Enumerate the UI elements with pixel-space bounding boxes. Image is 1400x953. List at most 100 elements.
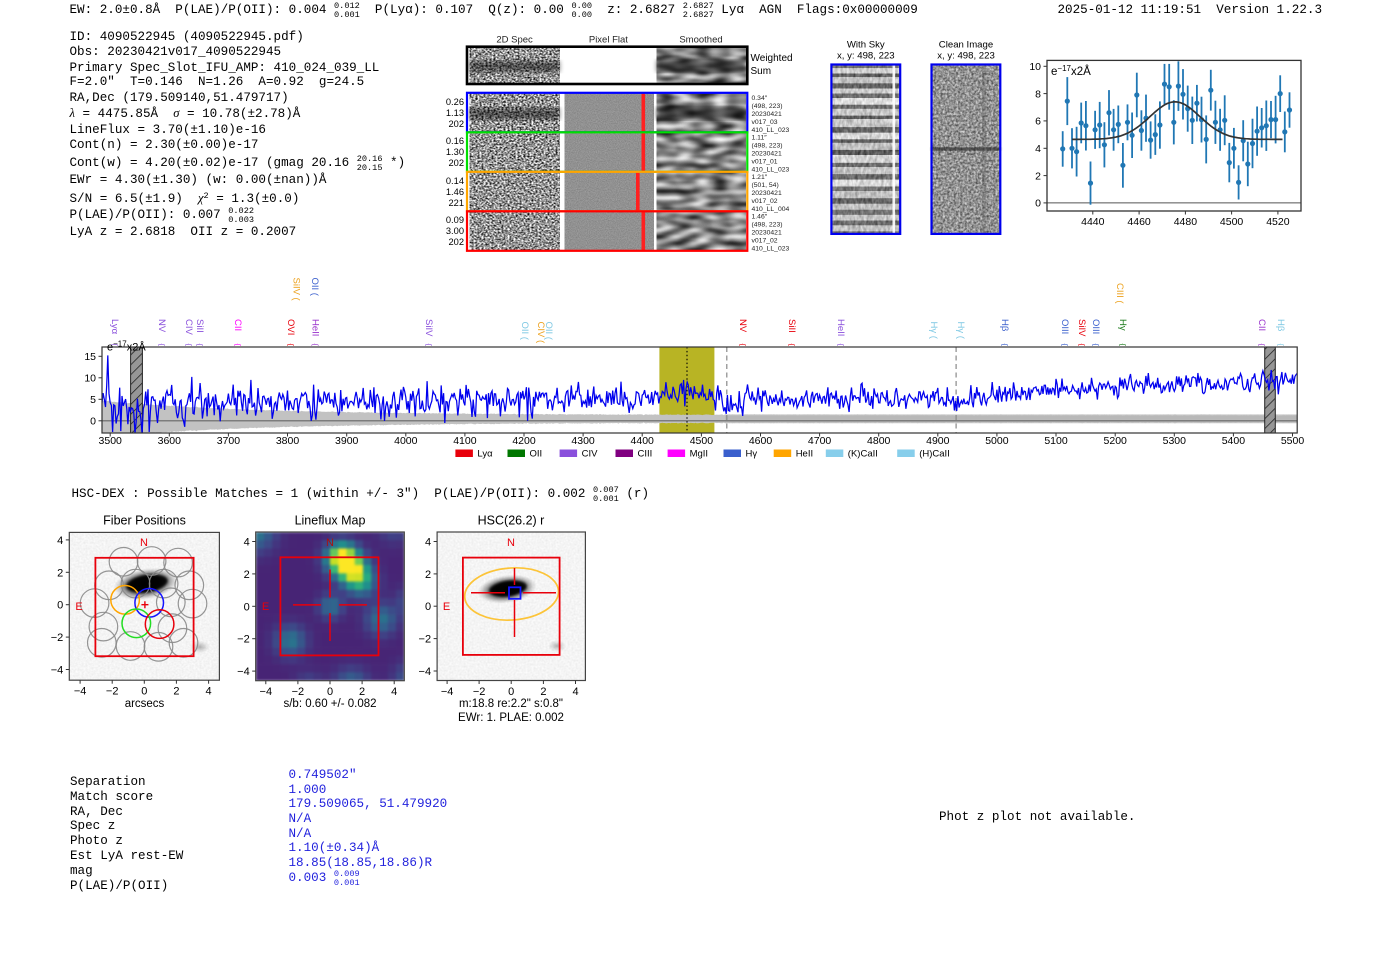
svg-text:(K)CaII: (K)CaII xyxy=(848,449,878,460)
svg-text:4440: 4440 xyxy=(1081,216,1105,228)
svg-text:CIV: CIV xyxy=(183,319,194,336)
svg-text:Lyα: Lyα xyxy=(477,449,493,460)
svg-text:OII (: OII ( xyxy=(543,322,554,341)
svg-text:4: 4 xyxy=(425,537,431,549)
svg-text:−2: −2 xyxy=(51,632,64,644)
svg-text:4400: 4400 xyxy=(631,435,655,447)
svg-text:E: E xyxy=(443,601,450,613)
svg-text:4: 4 xyxy=(244,537,250,549)
svg-text:x, y: 498, 223: x, y: 498, 223 xyxy=(937,51,995,62)
svg-text:410_LL_023: 410_LL_023 xyxy=(752,246,790,253)
svg-text:4460: 4460 xyxy=(1127,216,1151,228)
svg-text:0: 0 xyxy=(244,601,250,613)
svg-text:OII: OII xyxy=(530,449,543,460)
svg-text:−2: −2 xyxy=(106,686,119,698)
svg-text:6: 6 xyxy=(1035,116,1041,128)
svg-text:10: 10 xyxy=(84,373,96,385)
svg-text:{: { xyxy=(1118,344,1127,347)
svg-text:HSC(26.2) r: HSC(26.2) r xyxy=(478,514,545,528)
svg-text:1.46: 1.46 xyxy=(446,187,464,197)
svg-text:N: N xyxy=(326,537,334,549)
svg-text:v017_01: v017_01 xyxy=(752,159,778,166)
svg-text:1.21″: 1.21″ xyxy=(752,174,768,181)
svg-text:OII (: OII ( xyxy=(519,322,530,341)
svg-text:e−17x2Å: e−17x2Å xyxy=(1051,64,1091,78)
svg-text:5100: 5100 xyxy=(1044,435,1068,447)
svg-text:221: 221 xyxy=(448,198,464,208)
svg-text:5000: 5000 xyxy=(985,435,1009,447)
svg-text:v017_02: v017_02 xyxy=(752,238,778,245)
svg-text:4700: 4700 xyxy=(808,435,832,447)
svg-text:410_LL_023: 410_LL_023 xyxy=(752,127,790,134)
svg-text:Hγ (: Hγ ( xyxy=(955,322,966,340)
svg-text:Hβ: Hβ xyxy=(1275,319,1286,332)
svg-text:CIV: CIV xyxy=(582,449,599,460)
svg-text:2D Spec: 2D Spec xyxy=(496,35,533,46)
svg-text:HeII: HeII xyxy=(796,449,813,460)
svg-text:{: { xyxy=(836,344,845,347)
svg-text:4100: 4100 xyxy=(453,435,477,447)
svg-text:SiIV (: SiIV ( xyxy=(290,278,301,302)
svg-text:2: 2 xyxy=(173,686,179,698)
svg-text:1.30: 1.30 xyxy=(446,147,464,157)
svg-text:SiIV: SiIV xyxy=(423,319,434,337)
svg-text:(498, 223): (498, 223) xyxy=(752,103,783,110)
svg-text:Lineflux Map: Lineflux Map xyxy=(295,514,366,528)
svg-text:0: 0 xyxy=(1035,198,1041,210)
svg-text:{: { xyxy=(233,344,242,347)
svg-text:HeII: HeII xyxy=(835,319,846,336)
svg-text:0.26: 0.26 xyxy=(446,97,464,107)
svg-text:{: { xyxy=(1091,344,1100,347)
svg-text:5: 5 xyxy=(90,394,96,406)
svg-text:−2: −2 xyxy=(292,686,305,698)
svg-text:0: 0 xyxy=(90,416,96,428)
svg-text:N: N xyxy=(507,537,515,549)
svg-text:5200: 5200 xyxy=(1104,435,1128,447)
svg-text:4: 4 xyxy=(572,686,578,698)
svg-text:3800: 3800 xyxy=(276,435,300,447)
svg-text:−4: −4 xyxy=(237,666,250,678)
svg-text:Lyα: Lyα xyxy=(109,319,120,335)
svg-text:{: { xyxy=(1000,344,1009,347)
svg-text:3700: 3700 xyxy=(217,435,241,447)
svg-text:SiII: SiII xyxy=(786,319,797,333)
svg-text:0: 0 xyxy=(508,686,514,698)
svg-text:15: 15 xyxy=(84,351,96,363)
svg-text:1.46″: 1.46″ xyxy=(752,213,768,220)
svg-text:−4: −4 xyxy=(441,686,454,698)
svg-text:{: { xyxy=(787,344,796,347)
svg-text:Smoothed: Smoothed xyxy=(679,35,722,46)
svg-text:e−17x2Å: e−17x2Å xyxy=(107,340,146,354)
svg-text:With Sky: With Sky xyxy=(847,40,885,51)
svg-text:4520: 4520 xyxy=(1266,216,1290,228)
svg-text:4: 4 xyxy=(1035,143,1041,155)
svg-text:4: 4 xyxy=(206,686,212,698)
svg-text:{: { xyxy=(286,344,295,347)
svg-text:4: 4 xyxy=(57,535,63,547)
svg-text:OII (: OII ( xyxy=(309,278,320,297)
svg-text:4600: 4600 xyxy=(749,435,773,447)
svg-text:10: 10 xyxy=(1029,61,1041,73)
svg-text:4900: 4900 xyxy=(926,435,950,447)
svg-text:CII: CII xyxy=(1256,319,1267,331)
svg-text:x, y: 498, 223: x, y: 498, 223 xyxy=(837,51,895,62)
svg-text:2: 2 xyxy=(1035,170,1041,182)
svg-text:1.13: 1.13 xyxy=(446,108,464,118)
svg-text:Fiber Positions: Fiber Positions xyxy=(103,514,186,528)
svg-text:2: 2 xyxy=(57,567,63,579)
svg-text:Sum: Sum xyxy=(751,66,772,77)
svg-text:HeII: HeII xyxy=(309,319,320,336)
svg-text:N: N xyxy=(140,537,148,549)
svg-text:EWr: 1. PLAE: 0.002: EWr: 1. PLAE: 0.002 xyxy=(458,712,564,724)
svg-text:{: { xyxy=(1276,344,1285,347)
svg-text:Weighted: Weighted xyxy=(751,53,793,64)
svg-text:{: { xyxy=(184,344,193,347)
svg-text:4480: 4480 xyxy=(1174,216,1198,228)
svg-text:E: E xyxy=(75,601,82,613)
svg-text:CII: CII xyxy=(232,319,243,331)
svg-text:2: 2 xyxy=(540,686,546,698)
svg-text:−4: −4 xyxy=(51,665,64,677)
svg-text:0.14: 0.14 xyxy=(446,176,464,186)
svg-text:0.34″: 0.34″ xyxy=(752,95,768,102)
svg-text:m:18.8 re:2.2" s:0.8": m:18.8 re:2.2" s:0.8" xyxy=(459,698,563,710)
